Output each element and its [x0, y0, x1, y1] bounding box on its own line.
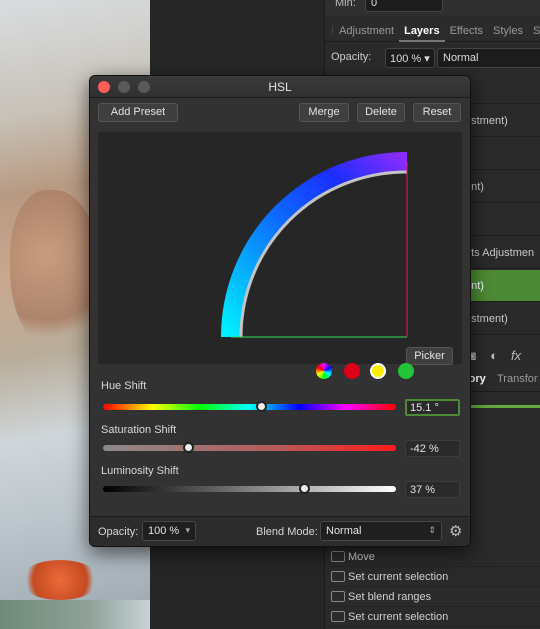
blend-mode-select[interactable]: Normal ⇕ — [320, 521, 442, 541]
blend-mode-value: Normal — [326, 525, 362, 537]
layer-row-label: hts Adjustmen — [465, 247, 535, 259]
history-item-label: Set current selection — [348, 571, 449, 583]
tab-layers[interactable]: Layers — [399, 20, 445, 42]
hue-arc[interactable] — [221, 151, 408, 338]
history-item[interactable]: Move — [325, 547, 540, 567]
green-swatch[interactable] — [398, 363, 414, 379]
tab-stock[interactable]: St — [528, 20, 540, 42]
dialog-title: HSL — [268, 80, 292, 94]
layer-opacity-select[interactable]: 100 % ▾ — [385, 48, 435, 68]
merge-button[interactable]: Merge — [299, 103, 349, 122]
layer-row-label: ustment) — [465, 313, 508, 325]
circle-half-icon[interactable]: ◐ — [487, 348, 501, 363]
luminosity-shift-slider[interactable] — [103, 483, 396, 494]
red-swatch[interactable] — [344, 363, 360, 379]
layer-opacity-row: Opacity: 100 % ▾ Normal — [325, 47, 540, 69]
history-action-icon — [331, 551, 345, 562]
blend-mode-label: Blend Mode: — [256, 526, 318, 538]
gear-icon[interactable]: ⚙ — [449, 522, 462, 540]
min-label: Min: — [335, 0, 356, 9]
hue-shift-thumb[interactable] — [256, 401, 268, 412]
master-swatch[interactable] — [316, 363, 332, 379]
hsl-dialog: HSL Add Preset Merge Delete Reset Picker… — [89, 75, 471, 547]
min-input[interactable]: 0 — [365, 0, 443, 12]
opacity-label: Opacity: — [98, 526, 139, 538]
hue-shift-label: Hue Shift — [101, 380, 147, 392]
hue-shift-slider[interactable] — [103, 401, 396, 412]
photo-detail — [20, 560, 100, 600]
history-item-label: Set current selection — [348, 611, 449, 623]
title-bar[interactable]: HSL — [90, 76, 470, 98]
history-item[interactable]: Set current selection — [325, 607, 540, 627]
layer-opacity-label: Opacity: — [331, 51, 372, 63]
picker-button[interactable]: Picker — [406, 347, 453, 365]
min-row: Min: 0 — [325, 0, 540, 16]
saturation-shift-label: Saturation Shift — [101, 424, 177, 436]
layer-opacity-value: 100 % — [390, 53, 422, 65]
panel-tabs: ⁞ Adjustment Layers Effects Styles St — [325, 20, 540, 42]
photo-detail — [0, 600, 150, 629]
delete-button[interactable]: Delete — [357, 103, 405, 122]
hue-wheel-area[interactable] — [98, 132, 462, 364]
layer-actions: ◙ ◐ fx — [465, 344, 523, 366]
history-slider[interactable] — [465, 405, 540, 408]
luminosity-shift-thumb[interactable] — [298, 483, 310, 494]
hue-shift-value[interactable]: 15.1 ° — [405, 399, 460, 416]
saturation-shift-value[interactable]: -42 % — [405, 440, 460, 457]
layer-row-label: ustment) — [465, 115, 508, 127]
history-item[interactable]: Set blend ranges — [325, 587, 540, 607]
history-action-icon — [331, 571, 345, 582]
fx-icon[interactable]: fx — [509, 348, 523, 363]
hue-arc-guide — [239, 170, 408, 338]
reset-button[interactable]: Reset — [413, 103, 461, 122]
yellow-swatch[interactable] — [370, 363, 386, 379]
history-action-icon — [331, 611, 345, 622]
luminosity-shift-value[interactable]: 37 % — [405, 481, 460, 498]
photo-detail — [10, 190, 100, 350]
tab-adjustment[interactable]: Adjustment — [334, 20, 399, 42]
chevron-down-icon: ▾ — [185, 525, 190, 535]
history-item[interactable]: Set current selection — [325, 567, 540, 587]
tab-styles[interactable]: Styles — [488, 20, 528, 42]
opacity-select[interactable]: 100 % ▾ — [142, 521, 196, 541]
add-preset-button[interactable]: Add Preset — [98, 103, 178, 122]
tab-transform[interactable]: Transfor — [497, 373, 538, 385]
opacity-value: 100 % — [148, 525, 180, 537]
history-item-label: Set blend ranges — [348, 591, 432, 603]
history-item-label: Move — [348, 551, 375, 563]
saturation-shift-slider[interactable] — [103, 442, 396, 453]
layer-blend-select[interactable]: Normal — [437, 48, 540, 68]
hue-wheel[interactable] — [98, 132, 462, 364]
luminosity-shift-label: Luminosity Shift — [101, 465, 179, 477]
saturation-shift-thumb[interactable] — [182, 442, 194, 453]
tab-effects[interactable]: Effects — [445, 20, 488, 42]
history-action-icon — [331, 591, 345, 602]
updown-icon: ⇕ — [428, 525, 436, 535]
dialog-footer: Opacity: 100 % ▾ Blend Mode: Normal ⇕ ⚙ — [90, 516, 470, 546]
